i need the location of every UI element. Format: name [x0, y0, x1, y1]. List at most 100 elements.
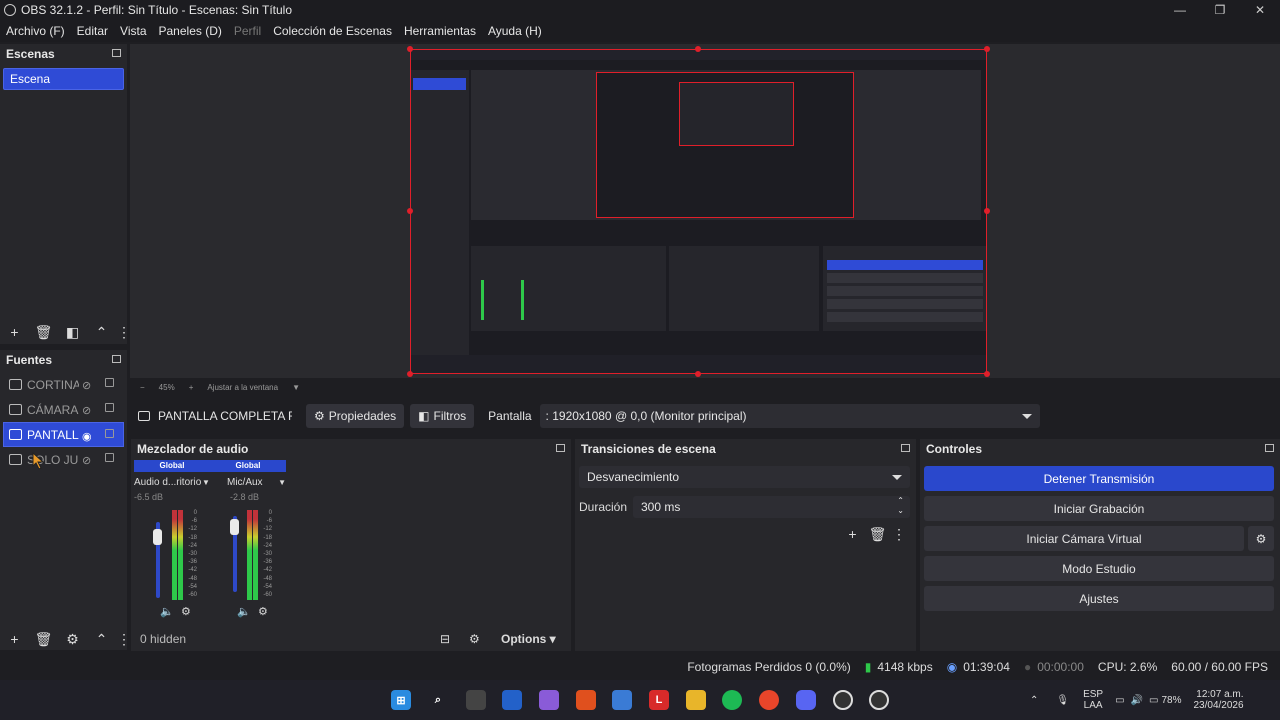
- menu-herramientas[interactable]: Herramientas: [404, 24, 476, 38]
- tray-overflow-icon[interactable]: ⌃: [1030, 695, 1038, 706]
- obs-taskbar-icon[interactable]: [833, 690, 853, 710]
- menu-archivo[interactable]: Archivo (F): [6, 24, 65, 38]
- virtual-camera-settings-button[interactable]: ⚙: [1248, 526, 1274, 551]
- studio-mode-button[interactable]: Modo Estudio: [924, 556, 1274, 581]
- spin-down-icon[interactable]: ⌄: [897, 506, 904, 515]
- zoom-in-button[interactable]: +: [189, 383, 194, 392]
- menu-editar[interactable]: Editar: [77, 24, 108, 38]
- visibility-hidden-icon[interactable]: ⊘: [82, 379, 91, 392]
- source-item-camara[interactable]: CÁMARA ⊘: [0, 397, 127, 422]
- scene-item[interactable]: Escena: [3, 68, 124, 90]
- start-virtual-camera-button[interactable]: Iniciar Cámara Virtual: [924, 526, 1244, 551]
- windows-start-icon[interactable]: ⊞: [391, 690, 411, 710]
- filters-button[interactable]: ◧ Filtros: [410, 404, 475, 428]
- remove-source-button[interactable]: 🗑: [29, 631, 58, 648]
- channel-name[interactable]: Mic/Aux ▼: [210, 475, 286, 489]
- channel-menu-icon[interactable]: ⚙: [258, 605, 268, 618]
- lock-icon[interactable]: [105, 378, 114, 387]
- undock-icon[interactable]: [901, 444, 910, 452]
- speaker-icon[interactable]: 🔈: [160, 605, 174, 618]
- menu-perfil[interactable]: Perfil: [234, 24, 261, 38]
- speaker-icon[interactable]: 🔈: [237, 605, 251, 618]
- scene-filters-button[interactable]: ◧: [58, 324, 87, 341]
- language-indicator[interactable]: ESP LAA: [1083, 689, 1103, 711]
- transition-select[interactable]: Desvanecimiento: [579, 466, 910, 488]
- visibility-icon[interactable]: ◉: [82, 430, 92, 443]
- spin-up-icon[interactable]: ⌃: [897, 496, 904, 505]
- fit-window-button[interactable]: Ajustar a la ventana: [207, 383, 278, 392]
- volume-slider-knob[interactable]: [230, 519, 239, 535]
- remove-transition-button[interactable]: 🗑: [865, 526, 890, 543]
- outlook-icon[interactable]: [502, 690, 522, 710]
- zoom-out-button[interactable]: −: [140, 383, 145, 392]
- resize-handle[interactable]: [984, 371, 990, 377]
- app-l-icon[interactable]: L: [649, 690, 669, 710]
- minimize-button[interactable]: —: [1160, 0, 1200, 20]
- resize-handle[interactable]: [407, 371, 413, 377]
- file-explorer-icon[interactable]: [686, 690, 706, 710]
- options-button[interactable]: Options ▾: [501, 632, 556, 646]
- search-icon[interactable]: ⌕: [428, 690, 448, 710]
- menu-paneles[interactable]: Paneles (D): [159, 24, 222, 38]
- undock-icon[interactable]: [1265, 444, 1274, 452]
- zoom-dropdown-icon[interactable]: ▼: [292, 383, 300, 392]
- source-item-cortina[interactable]: CORTINA ⊘: [0, 372, 127, 397]
- clock[interactable]: 12:07 a.m. 23/04/2026: [1193, 689, 1243, 711]
- undock-icon[interactable]: [112, 49, 121, 57]
- resize-handle[interactable]: [695, 371, 701, 377]
- properties-button[interactable]: ⚙ Propiedades: [306, 404, 405, 428]
- stop-streaming-button[interactable]: Detener Transmisión: [924, 466, 1274, 491]
- add-transition-button[interactable]: +: [840, 526, 865, 543]
- source-item-solo-juego[interactable]: SOLO JUEGO ⊘: [0, 447, 127, 472]
- resize-handle[interactable]: [984, 46, 990, 52]
- chrome-icon[interactable]: [759, 690, 779, 710]
- volume-icon[interactable]: 🔊: [1131, 695, 1143, 706]
- channel-menu-icon[interactable]: ⚙: [181, 605, 191, 618]
- close-button[interactable]: ✕: [1240, 0, 1280, 20]
- lock-icon[interactable]: [105, 429, 114, 438]
- store-icon[interactable]: [612, 690, 632, 710]
- battery-icon[interactable]: ▭: [1149, 695, 1158, 706]
- visibility-hidden-icon[interactable]: ⊘: [82, 404, 91, 417]
- undock-icon[interactable]: [112, 355, 121, 363]
- chevron-down-icon: [892, 475, 902, 480]
- network-icon[interactable]: ▭: [1115, 695, 1124, 706]
- program-canvas[interactable]: [410, 49, 987, 374]
- microphone-icon[interactable]: 🎙: [1056, 695, 1069, 706]
- move-source-up-button[interactable]: ⌃: [87, 631, 116, 648]
- layout-toggle-icon[interactable]: ⊟: [440, 632, 450, 646]
- menu-ayuda[interactable]: Ayuda (H): [488, 24, 542, 38]
- undock-icon[interactable]: [556, 444, 565, 452]
- maximize-button[interactable]: ❐: [1200, 0, 1240, 20]
- source-item-pantalla[interactable]: PANTALLA ◉: [3, 422, 124, 447]
- volume-slider-knob[interactable]: [153, 529, 162, 545]
- move-scene-up-button[interactable]: ⌃: [87, 324, 116, 341]
- resize-handle[interactable]: [984, 208, 990, 214]
- channel-name[interactable]: Audio d...ritorio ▼: [134, 475, 210, 489]
- source-properties-button[interactable]: ⚙: [58, 631, 87, 648]
- menu-vista[interactable]: Vista: [120, 24, 146, 38]
- menu-coleccion[interactable]: Colección de Escenas: [273, 24, 392, 38]
- discord-icon[interactable]: [796, 690, 816, 710]
- duration-spinbox[interactable]: 300 ms ⌃ ⌄: [633, 496, 910, 518]
- resize-handle[interactable]: [407, 208, 413, 214]
- start-recording-button[interactable]: Iniciar Grabación: [924, 496, 1274, 521]
- add-source-button[interactable]: +: [0, 631, 29, 647]
- task-view-icon[interactable]: [466, 690, 486, 710]
- visibility-hidden-icon[interactable]: ⊘: [82, 454, 91, 467]
- obs-taskbar-icon-2[interactable]: [869, 690, 889, 710]
- brave-icon[interactable]: [576, 690, 596, 710]
- transition-more-button[interactable]: ⋮: [890, 526, 908, 543]
- source-more-button[interactable]: ⋮: [116, 631, 132, 648]
- add-scene-button[interactable]: +: [0, 324, 29, 340]
- lock-icon[interactable]: [105, 453, 114, 462]
- display-select[interactable]: : 1920x1080 @ 0,0 (Monitor principal): [539, 404, 1040, 428]
- resize-handle[interactable]: [695, 46, 701, 52]
- lock-icon[interactable]: [105, 403, 114, 412]
- remove-scene-button[interactable]: 🗑: [29, 324, 58, 341]
- resize-handle[interactable]: [407, 46, 413, 52]
- advanced-audio-icon[interactable]: ⚙: [469, 632, 480, 646]
- copilot-icon[interactable]: [539, 690, 559, 710]
- settings-button[interactable]: Ajustes: [924, 586, 1274, 611]
- spotify-icon[interactable]: [722, 690, 742, 710]
